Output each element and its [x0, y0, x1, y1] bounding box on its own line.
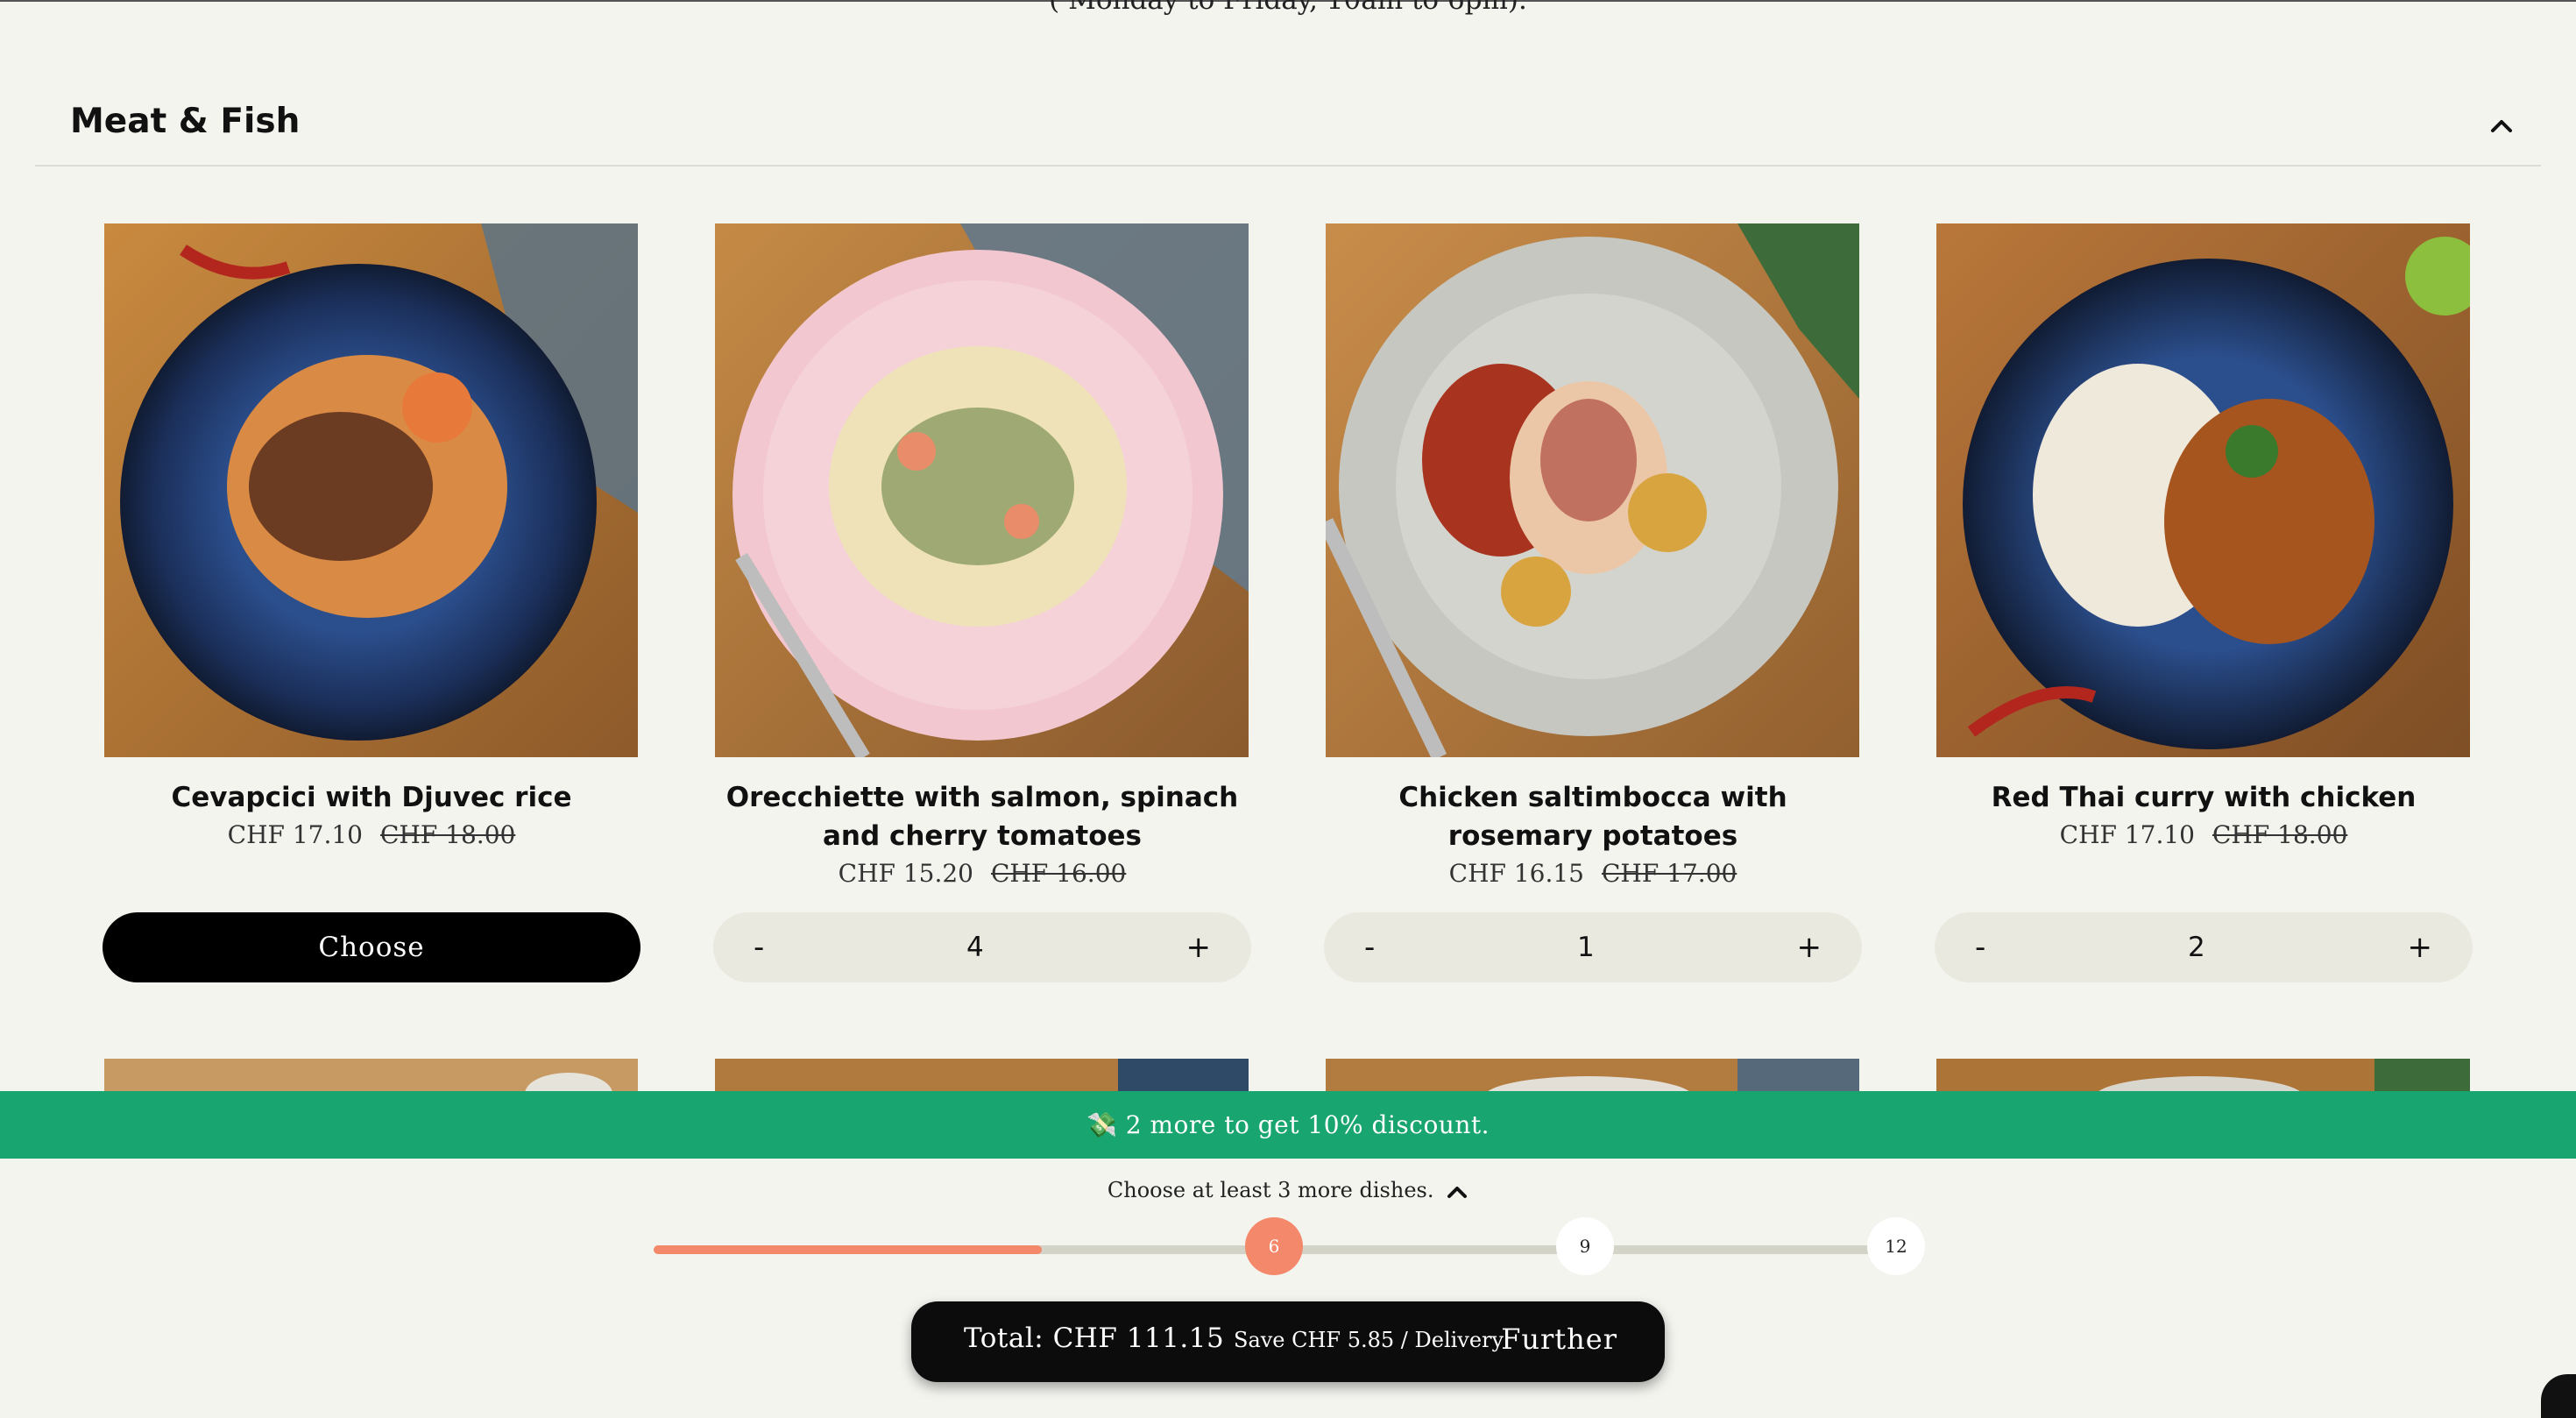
orecchiette-dish-photo[interactable] — [715, 223, 1249, 757]
section-title: Meat & Fish — [70, 102, 301, 141]
milestone-6: 6 — [1245, 1217, 1303, 1275]
dish-price: CHF 16.15 — [1448, 859, 1584, 888]
quantity-stepper: - 2 + — [1935, 912, 2473, 982]
dish-price: CHF 17.10 — [227, 820, 363, 849]
dish-price-row: CHF 17.10 CHF 18.00 — [104, 820, 639, 849]
dish-price-row: CHF 17.10 CHF 18.00 — [1936, 820, 2471, 849]
increment-button[interactable]: + — [1180, 930, 1216, 965]
discount-banner: 💸 2 more to get 10% discount. — [0, 1091, 2576, 1159]
dish-card-saltimbocca: Chicken saltimbocca with rosemary potato… — [1324, 223, 1862, 982]
money-icon: 💸 — [1086, 1110, 1118, 1139]
decrement-button[interactable]: - — [1359, 930, 1380, 965]
progress-hint-text: Choose at least 3 more dishes. — [1107, 1178, 1434, 1202]
dish-old-price: CHF 18.00 — [2212, 820, 2348, 849]
dish-card-orecchiette: Orecchiette with salmon, spinach and che… — [713, 223, 1251, 982]
dish-old-price: CHF 17.00 — [1602, 859, 1737, 888]
section-header-meat-fish[interactable]: Meat & Fish — [35, 88, 2541, 167]
dish-price-row: CHF 16.15 CHF 17.00 — [1326, 859, 1860, 888]
next-dish-photo[interactable] — [1326, 1059, 1859, 1092]
dish-name: Orecchiette with salmon, spinach and che… — [725, 782, 1239, 852]
saltimbocca-dish-photo[interactable] — [1326, 223, 1859, 757]
quantity-value: 1 — [1577, 932, 1595, 963]
further-button[interactable]: Further — [1501, 1322, 1617, 1356]
dish-price: CHF 15.20 — [838, 859, 973, 888]
next-dish-photo[interactable] — [1936, 1059, 2470, 1092]
quantity-value: 4 — [966, 932, 984, 963]
quantity-stepper: - 4 + — [713, 912, 1251, 982]
dish-name: Red Thai curry with chicken — [1991, 782, 2417, 813]
checkout-bar[interactable]: Total: CHF 111.15 Save CHF 5.85 / Delive… — [911, 1301, 1665, 1382]
next-dish-photo[interactable] — [104, 1059, 638, 1092]
choose-button[interactable]: Choose — [103, 912, 640, 982]
thai-curry-dish-photo[interactable] — [1936, 223, 2470, 757]
milestone-9: 9 — [1556, 1217, 1614, 1275]
milestone-12: 12 — [1867, 1217, 1925, 1275]
dish-name: Chicken saltimbocca with rosemary potato… — [1398, 782, 1787, 852]
decrement-button[interactable]: - — [1970, 930, 1991, 965]
cevapcici-dish-photo[interactable] — [104, 223, 638, 757]
dish-price-row: CHF 15.20 CHF 16.00 — [715, 859, 1249, 888]
dish-card-thai-curry: Red Thai curry with chicken CHF 17.10 CHF… — [1935, 223, 2473, 982]
decrement-button[interactable]: - — [748, 930, 769, 965]
next-dish-photo[interactable] — [715, 1059, 1249, 1092]
chevron-up-icon[interactable] — [2488, 112, 2515, 138]
increment-button[interactable]: + — [2402, 930, 2438, 965]
order-progress-panel: Choose at least 3 more dishes. 6 9 12 To… — [0, 1159, 2576, 1418]
discount-text: 2 more to get 10% discount. — [1125, 1110, 1490, 1139]
increment-button[interactable]: + — [1791, 930, 1827, 965]
chevron-up-icon[interactable] — [1446, 1183, 1468, 1201]
opening-hours-notice: ( Monday to Friday, 10am to 6pm). — [1049, 0, 1527, 16]
quantity-value: 2 — [2188, 932, 2205, 963]
progress-hint[interactable]: Choose at least 3 more dishes. — [0, 1178, 2576, 1202]
dish-card-cevapcici: Cevapcici with Djuvec rice CHF 17.10 CHF … — [103, 223, 640, 982]
dish-name: Cevapcici with Djuvec rice — [171, 782, 572, 813]
quantity-stepper: - 1 + — [1324, 912, 1862, 982]
progress-fill — [654, 1245, 1043, 1254]
dish-price: CHF 17.10 — [2059, 820, 2195, 849]
order-total: Total: CHF 111.15 — [964, 1322, 1225, 1354]
savings-text: Save CHF 5.85 / Delivery — [1234, 1328, 1504, 1352]
dish-old-price: CHF 18.00 — [380, 820, 516, 849]
dish-old-price: CHF 16.00 — [991, 859, 1127, 888]
chat-widget-edge[interactable] — [2541, 1374, 2576, 1418]
